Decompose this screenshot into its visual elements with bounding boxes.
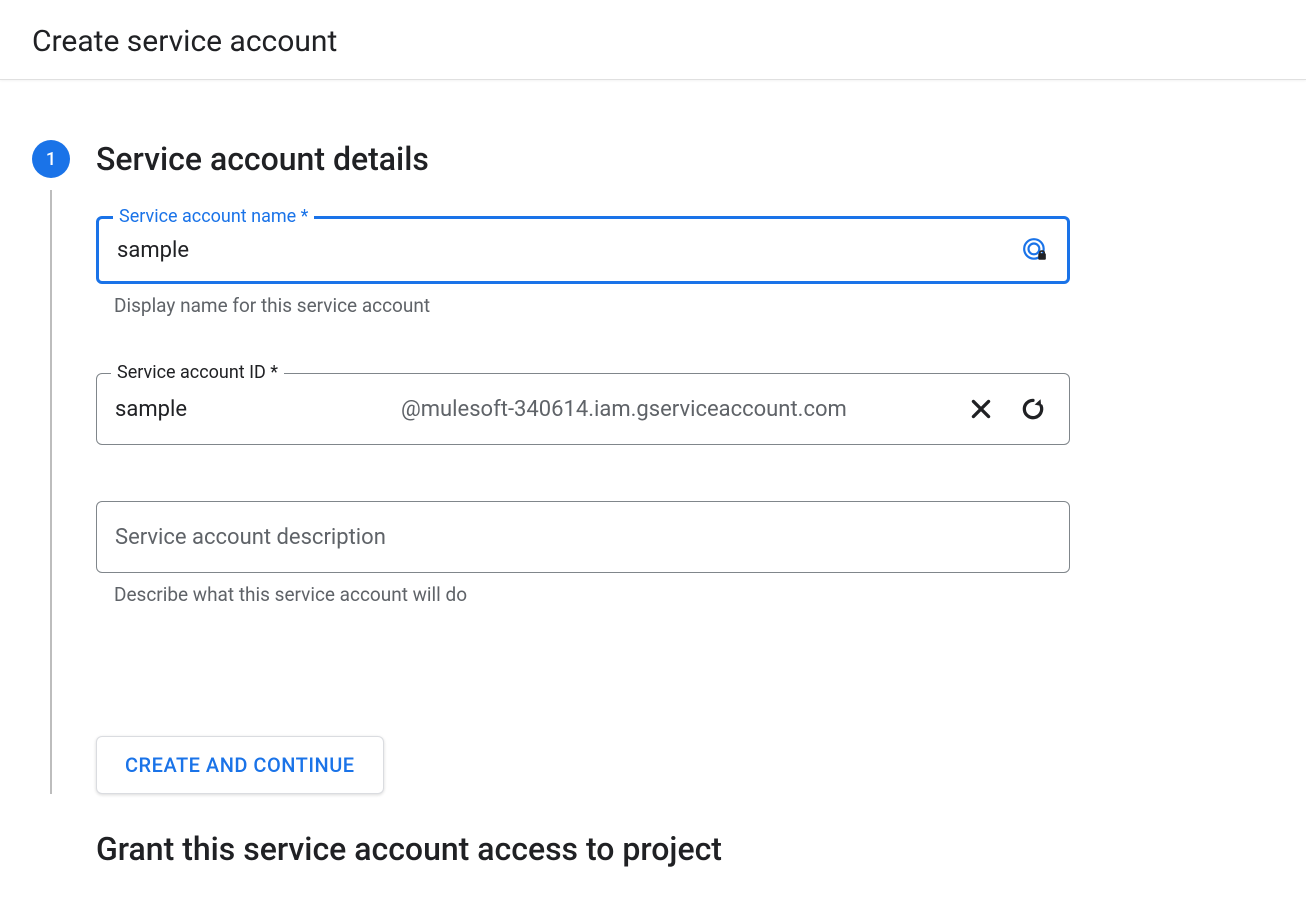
step-1-header: 1 Service account details bbox=[32, 140, 1274, 178]
close-icon bbox=[968, 396, 994, 422]
clear-id-button[interactable] bbox=[959, 387, 1003, 431]
service-account-id-domain: @mulesoft-340614.iam.gserviceaccount.com bbox=[401, 397, 951, 422]
content-area: 1 Service account details Service accoun… bbox=[0, 80, 1306, 868]
service-account-description-input[interactable] bbox=[97, 502, 1069, 572]
service-account-name-input[interactable] bbox=[99, 219, 1067, 281]
service-account-name-outline[interactable]: Service account name * bbox=[96, 216, 1070, 284]
step-connector bbox=[32, 178, 70, 794]
step-1-title: Service account details bbox=[96, 140, 429, 178]
service-account-id-label: Service account ID * bbox=[111, 362, 284, 383]
regenerate-id-button[interactable] bbox=[1011, 387, 1055, 431]
page-title: Create service account bbox=[32, 24, 1274, 59]
step-connector-line bbox=[50, 190, 52, 794]
service-account-name-helper: Display name for this service account bbox=[96, 284, 1070, 317]
service-account-id-outline[interactable]: Service account ID * @mulesoft-340614.ia… bbox=[96, 373, 1070, 445]
step-1-badge: 1 bbox=[32, 140, 70, 178]
step-1-body: Service account name * Display name for … bbox=[70, 178, 1070, 794]
service-account-name-group: Service account name * Display name for … bbox=[96, 216, 1070, 317]
refresh-icon bbox=[1020, 396, 1046, 422]
page-header: Create service account bbox=[0, 0, 1306, 80]
service-account-description-outline[interactable] bbox=[96, 501, 1070, 573]
step-1-body-wrapper: Service account name * Display name for … bbox=[32, 178, 1274, 794]
service-account-description-group: Describe what this service account will … bbox=[96, 501, 1070, 606]
service-account-description-helper: Describe what this service account will … bbox=[96, 573, 1070, 606]
service-account-name-label: Service account name * bbox=[113, 206, 314, 227]
step-2-title: Grant this service account access to pro… bbox=[32, 830, 1274, 868]
create-and-continue-button[interactable]: Create and Continue bbox=[96, 736, 384, 794]
service-account-id-input[interactable] bbox=[115, 397, 393, 422]
service-account-id-group: Service account ID * @mulesoft-340614.ia… bbox=[96, 373, 1070, 445]
password-manager-indicator-icon[interactable] bbox=[1021, 236, 1049, 264]
